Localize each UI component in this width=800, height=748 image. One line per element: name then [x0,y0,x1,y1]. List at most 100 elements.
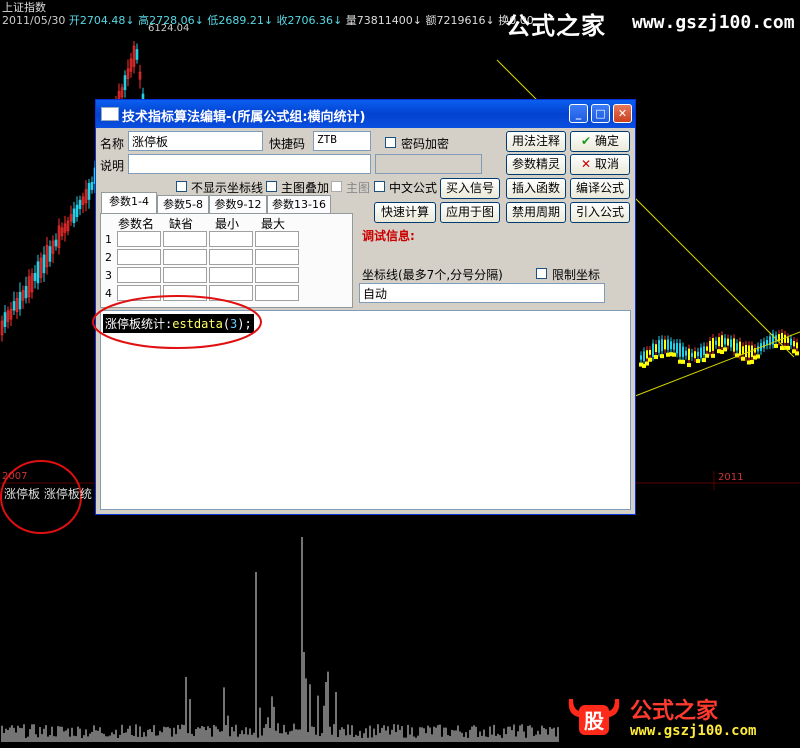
import-button[interactable]: 引入公式 [570,202,630,223]
formula-editor-dialog: 技术指标算法编辑-(所属公式组:横向统计) _ □ ✕ 名称 涨停板 快捷码 Z… [92,99,636,515]
signal-dot [696,359,700,364]
cancel-button[interactable]: ✕ 取消 [570,154,630,175]
candle-body [667,339,669,350]
candle-body [724,338,726,345]
signal-dot [660,354,664,359]
indicator-sublabel: 涨停板 涨停板统 [4,487,92,501]
candle-body [649,349,651,355]
formula-editor[interactable]: 涨停板统计:estdata(3); [92,295,631,510]
candle-body [745,344,747,358]
compile-button[interactable]: 编译公式 [570,178,630,199]
candle-body [36,261,40,284]
candle-body [784,334,786,343]
candle-body [679,343,681,357]
year-label-right: 2011 [718,472,744,483]
tab-params-5-8[interactable]: 参数5-8 [157,195,209,213]
limit-axis-checkbox[interactable] [536,268,547,279]
candle-body [739,341,741,356]
candle-body [658,340,660,353]
insert-function-button[interactable]: 插入函数 [506,178,566,199]
main-chart-label: 主图 [346,181,371,195]
param-cell[interactable] [209,267,253,283]
tab-params-13-16[interactable]: 参数13-16 [267,195,331,213]
signal-dot [756,354,760,359]
candle-body [706,346,708,351]
main-overlay-label: 主图叠加 [281,181,330,195]
shortcut-label: 快捷码 [269,137,306,151]
candle-body [727,338,729,346]
shortcut-input[interactable]: ZTB [313,131,371,151]
candle-body [24,285,28,299]
watermark-name: 公式之家 [630,699,719,724]
param-cell[interactable] [255,267,299,283]
candle-body [718,337,720,347]
param-cell[interactable] [209,231,253,247]
dialog-title: 技术指标算法编辑-(所属公式组:横向统计) [122,110,366,125]
candle-body [123,75,127,91]
highlight-circle-code [92,295,262,349]
param-cell[interactable] [255,249,299,265]
volume-bars [1,537,559,742]
axis-lines-label: 坐标线(最多7个,分号分隔) [362,268,503,282]
apply-button[interactable]: 应用于图 [440,202,500,223]
param-cell[interactable] [255,231,299,247]
param-cell[interactable] [163,249,207,265]
candle-body [721,335,723,347]
candle-body [688,348,690,361]
close-button[interactable]: ✕ [613,104,632,123]
candle-body [712,338,714,351]
param-cell[interactable] [117,267,161,283]
brand-site: www.gszj100.com [632,12,795,33]
open-value: 开2704.48 [68,14,126,27]
chinese-formula-checkbox[interactable] [374,181,385,192]
close-value: 收2706.36 [276,14,334,27]
signal-dot [681,359,685,364]
candle-body [685,350,687,356]
signal-dot [750,359,754,364]
main-overlay-checkbox[interactable] [266,181,277,192]
candle-body [643,351,645,361]
name-label: 名称 [100,137,125,151]
param-cell[interactable] [209,249,253,265]
param-row-number: 3 [105,269,112,282]
debug-info-label: 调试信息: [362,229,415,243]
candle-body [730,339,732,348]
tab-params-1-4[interactable]: 参数1-4 [101,192,157,214]
index-name: 上证指数 [2,1,46,14]
right-candlestick-area [639,328,799,368]
param-cell[interactable] [117,231,161,247]
usage-button[interactable]: 用法注释 [506,131,566,152]
minimize-button[interactable]: _ [569,104,588,123]
buy-signal-button[interactable]: 买入信号 [440,178,500,199]
candle-body [78,199,82,210]
candle-body [694,351,696,359]
password-checkbox[interactable] [385,137,396,148]
quick-calc-button[interactable]: 快速计算 [374,202,436,223]
candle-body [790,338,792,346]
param-cell[interactable] [163,231,207,247]
year-label-left: 2007 [2,471,28,482]
param-cell[interactable] [117,249,161,265]
dialog-titlebar[interactable]: 技术指标算法编辑-(所属公式组:横向统计) _ □ ✕ [96,100,635,128]
param-wizard-button[interactable]: 参数精灵 [506,154,566,175]
axis-lines-input[interactable]: 自动 [359,283,605,303]
maximize-button[interactable]: □ [591,104,610,123]
ok-button[interactable]: ✔ 确定 [570,131,630,152]
main-chart-checkbox[interactable] [331,181,342,192]
watermark-site: www.gszj100.com [630,723,757,739]
candle-body [75,204,79,218]
signal-dot [687,363,691,368]
hide-axis-checkbox[interactable] [176,181,187,192]
disable-period-button[interactable]: 禁用周期 [506,202,566,223]
signal-dot [702,358,706,363]
desc-input[interactable] [128,154,371,174]
name-input[interactable]: 涨停板 [128,131,263,151]
param-cell[interactable] [163,267,207,283]
peak-price-label: 6124.04 [148,23,190,34]
x-icon: ✕ [581,157,592,171]
candle-body [646,350,648,359]
tab-params-9-12[interactable]: 参数9-12 [209,195,267,213]
candle-body [673,343,675,350]
candle-body [664,339,666,350]
candle-body [87,182,91,200]
